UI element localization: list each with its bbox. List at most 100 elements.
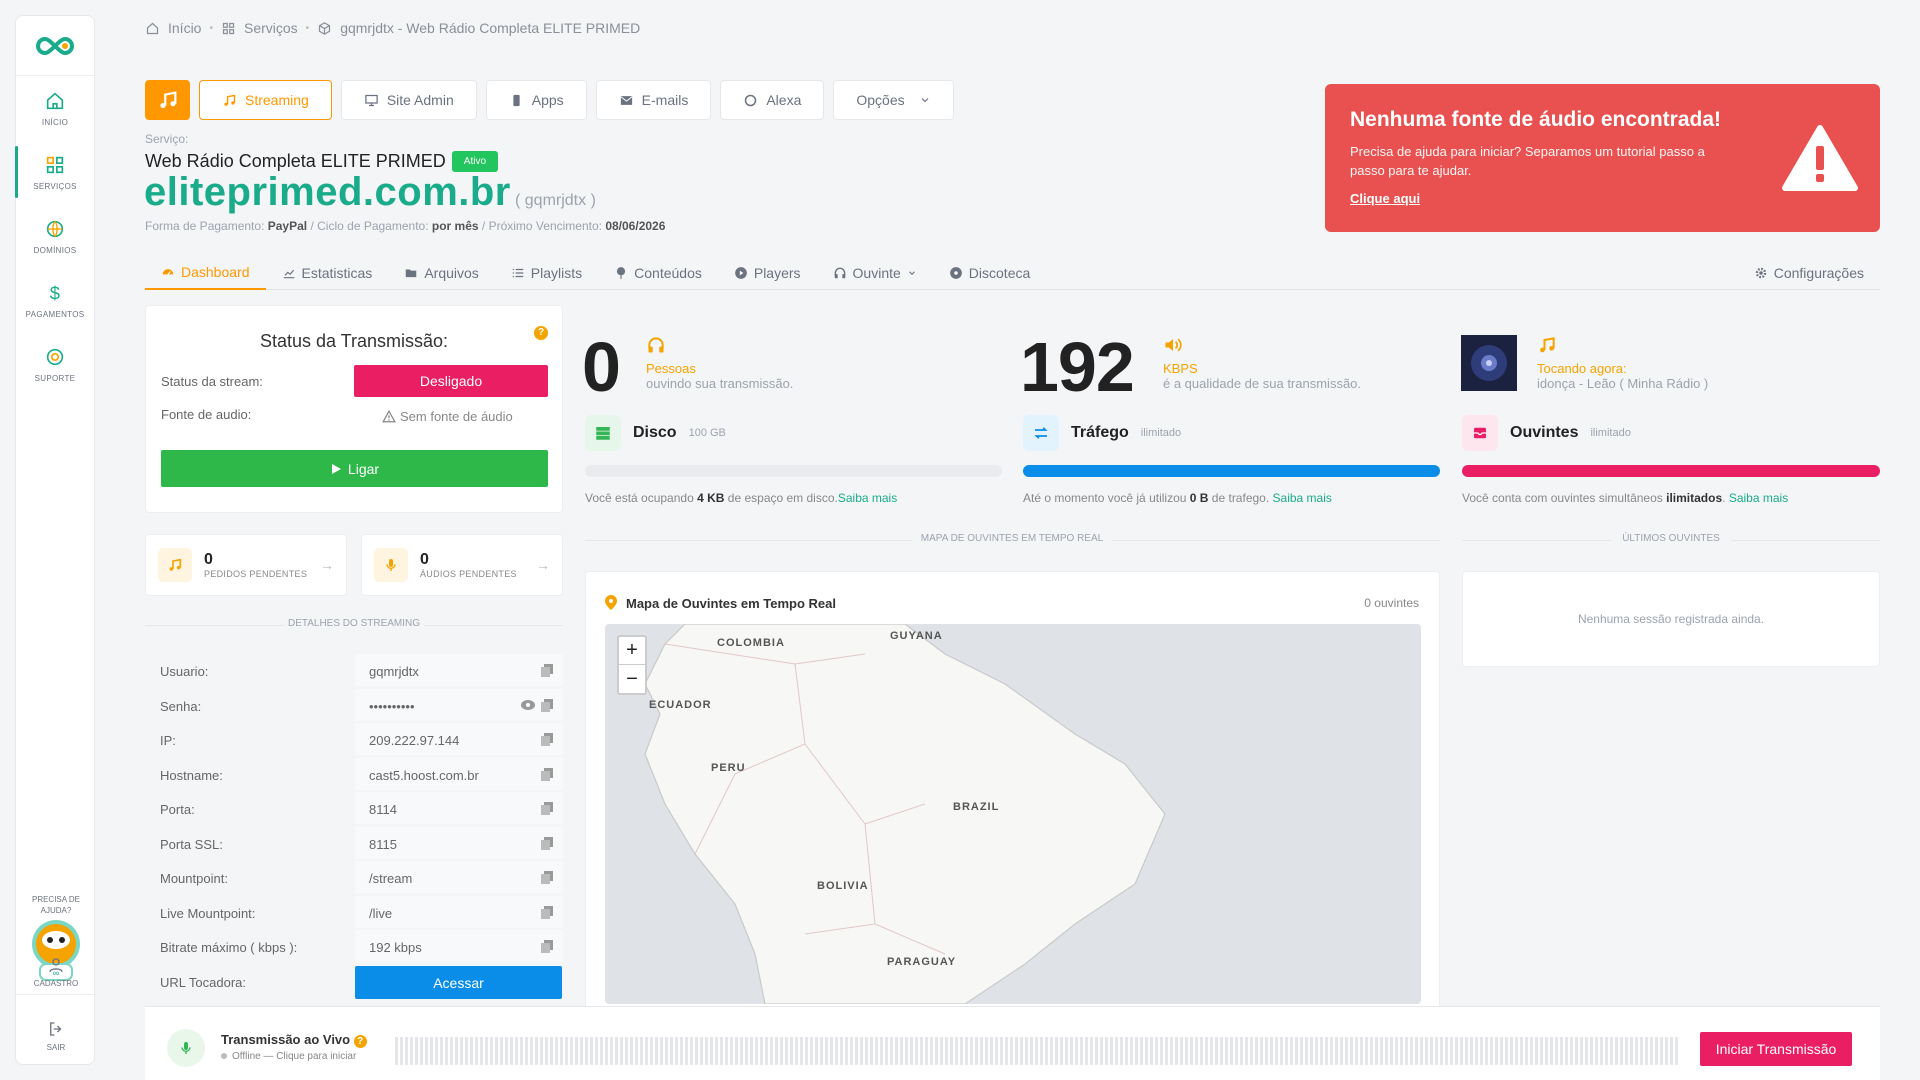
audio-waveform (395, 1037, 1680, 1065)
saiba-mais-link[interactable]: Saiba mais (1273, 491, 1332, 505)
nav-item-servicos[interactable]: SERVIÇOS (15, 140, 94, 204)
zoom-in-button[interactable]: + (619, 637, 645, 665)
home-icon (146, 22, 159, 34)
headphones-icon (834, 267, 845, 278)
warning-icon (382, 410, 396, 423)
detail-value[interactable]: 209.222.97.144 (355, 723, 563, 755)
copy-icon[interactable] (541, 768, 553, 781)
listeners-note: Você conta com ouvintes simultâneos ilim… (1462, 491, 1788, 505)
copy-icon[interactable] (541, 699, 553, 712)
pin-icon (617, 266, 626, 279)
copy-icon[interactable] (541, 906, 553, 919)
listeners-desc: ouvindo sua transmissão. (646, 376, 794, 391)
audio-source-text: Sem fonte de áudio (400, 409, 513, 424)
detail-value[interactable]: 8115 (355, 827, 563, 859)
brand-logo[interactable] (16, 16, 94, 76)
live-status: Offline — Clique para iniciar (221, 1051, 356, 1062)
copy-icon[interactable] (541, 664, 553, 677)
alert-title: Nenhuma fonte de áudio encontrada! (1350, 108, 1722, 131)
nav-item-suporte[interactable]: SUPORTE (16, 332, 94, 396)
copy-icon[interactable] (541, 837, 553, 850)
listeners-map[interactable]: + − COLOMBIA GUYANA ECUADOR PERU BRAZIL … (605, 624, 1421, 1004)
now-playing-track: idonça - Leão ( Minha Rádio ) (1537, 376, 1709, 391)
alexa-button[interactable]: Alexa (720, 80, 825, 120)
tab-dashboard[interactable]: Dashboard (145, 255, 266, 290)
empty-state-text: Nenhuma sessão registrada ainda. (1577, 612, 1765, 626)
button-label: E-mails (641, 92, 689, 108)
detail-value[interactable]: cast5.hoost.com.br (355, 758, 563, 790)
nav-label: PAGAMENTOS (25, 309, 85, 319)
chevron-down-icon (921, 98, 929, 103)
map-label: PERU (711, 762, 746, 774)
alert-link[interactable]: Clique aqui (1350, 191, 1420, 206)
apps-button[interactable]: Apps (485, 80, 587, 120)
music-button[interactable] (145, 80, 190, 120)
live-status-text: Offline — Clique para iniciar (232, 1051, 357, 1062)
eye-icon[interactable] (521, 700, 535, 710)
copy-icon[interactable] (541, 871, 553, 884)
nav-item-dominios[interactable]: DOMÍNIOS (16, 204, 94, 268)
saiba-mais-link[interactable]: Saiba mais (1729, 491, 1788, 505)
domain-name[interactable]: eliteprimed.com.br (144, 170, 511, 215)
nav-item-sair[interactable]: SAIR (16, 1020, 96, 1052)
copy-icon[interactable] (541, 940, 553, 953)
nav-item-pagamentos[interactable]: $ PAGAMENTOS (16, 268, 94, 332)
button-label: Opções (856, 92, 905, 108)
chart-icon (283, 269, 294, 278)
payment-info: Forma de Pagamento: PayPal / Ciclo de Pa… (145, 219, 665, 233)
infinity-logo-icon (36, 36, 74, 55)
copy-icon[interactable] (541, 733, 553, 746)
due-label: / Próximo Vencimento: (481, 219, 602, 233)
listeners-metric: Ouvintes ilimitado (1462, 415, 1631, 451)
acessar-button[interactable]: Acessar (355, 966, 562, 999)
tab-configuracoes[interactable]: Configurações (1738, 255, 1880, 290)
breadcrumb-services[interactable]: Serviços (244, 20, 298, 36)
breadcrumb-separator: • (209, 22, 213, 34)
map-label: ECUADOR (649, 699, 712, 711)
no-audio-alert: Nenhuma fonte de áudio encontrada! Preci… (1325, 84, 1880, 232)
map-title: Mapa de Ouvintes em Tempo Real (626, 596, 836, 611)
support-icon (46, 348, 64, 365)
breadcrumb-home[interactable]: Início (168, 20, 201, 36)
saiba-mais-link[interactable]: Saiba mais (838, 491, 897, 505)
traffic-usage-bar (1023, 465, 1440, 477)
detail-value[interactable]: 192 kbps (355, 930, 563, 962)
emails-button[interactable]: E-mails (595, 80, 712, 120)
streaming-button[interactable]: Streaming (199, 80, 332, 120)
ligar-button[interactable]: Ligar (161, 450, 548, 487)
help-icon[interactable]: ? (353, 1035, 367, 1048)
pending-count: 0 (420, 551, 429, 568)
tab-playlists[interactable]: Playlists (495, 255, 598, 290)
disk-note: Você está ocupando 4 KB de espaço em dis… (585, 491, 897, 505)
arrow-right-icon: → (536, 557, 550, 573)
details-heading: DETALHES DO STREAMING (284, 618, 424, 629)
bitrate-desc: é a qualidade de sua transmissão. (1163, 376, 1362, 391)
map-label: BOLIVIA (817, 880, 869, 892)
audios-pendentes-card[interactable]: 0 ÁUDIOS PENDENTES → (361, 534, 563, 596)
tab-arquivos[interactable]: Arquivos (388, 255, 494, 290)
tab-estatisticas[interactable]: Estatisticas (266, 255, 389, 290)
tab-conteudos[interactable]: Conteúdos (598, 255, 718, 290)
help-icon[interactable]: ? (534, 326, 548, 340)
site-admin-button[interactable]: Site Admin (340, 80, 477, 120)
iniciar-transmissao-button[interactable]: Iniciar Transmissão (1700, 1032, 1852, 1066)
listeners-counter: 0 ouvintes (1364, 596, 1419, 610)
note-text: de espaço em disco. (727, 491, 838, 505)
home-icon (46, 92, 64, 109)
tab-ouvinte[interactable]: Ouvinte (817, 255, 933, 290)
tab-players[interactable]: Players (718, 255, 817, 290)
copy-icon[interactable] (541, 802, 553, 815)
detail-value[interactable]: gqmrjdtx (355, 654, 563, 686)
note-value: ilimitados (1666, 491, 1723, 505)
detail-value[interactable]: 8114 (355, 792, 563, 824)
nav-item-inicio[interactable]: INÍCIO (16, 76, 94, 140)
button-label: Site Admin (386, 92, 454, 108)
detail-value[interactable]: /live (355, 896, 563, 928)
pedidos-pendentes-card[interactable]: 0 PEDIDOS PENDENTES → (145, 534, 347, 596)
detail-value[interactable]: /stream (355, 861, 563, 893)
nav-item-cadastro[interactable]: CADASTRO (16, 956, 96, 988)
zoom-out-button[interactable]: − (619, 665, 645, 693)
opcoes-dropdown[interactable]: Opções (833, 80, 954, 120)
sidebar: INÍCIO SERVIÇOS DOMÍNIOS $ PAGAMENTOS SU… (15, 15, 96, 1065)
tab-discoteca[interactable]: Discoteca (933, 255, 1046, 290)
